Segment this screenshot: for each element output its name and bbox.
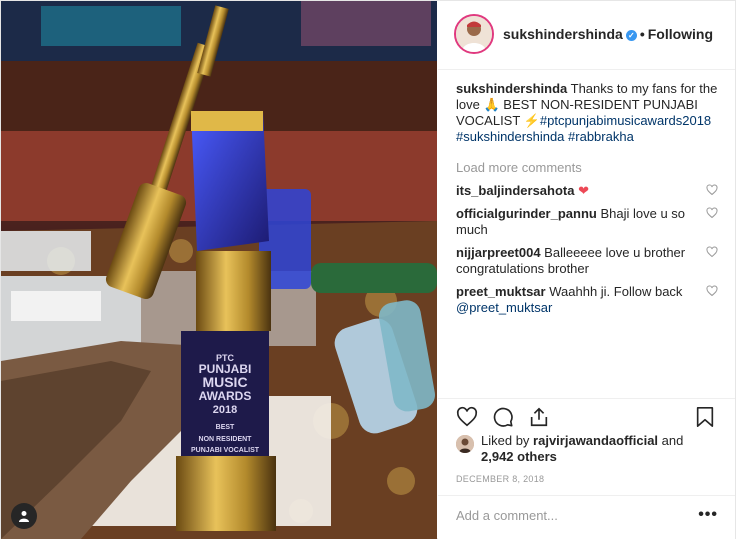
liker-avatar-image <box>456 435 474 453</box>
pray-emoji: 🙏 <box>483 97 500 112</box>
lightning-emoji: ⚡ <box>523 113 540 128</box>
post-sidebar: sukshindershinda ✓ • Following sukshindersh… <box>438 1 735 539</box>
comment-username[interactable]: nijjarpreet004 <box>456 245 541 260</box>
liker-username[interactable]: rajvirjawandaofficial <box>533 433 658 448</box>
trophy-text-3: MUSIC <box>202 374 247 390</box>
trophy-text-5: 2018 <box>213 404 237 416</box>
following-button[interactable]: Following <box>648 26 713 42</box>
add-comment-bar: Add a comment... ••• <box>438 495 735 539</box>
heart-small-icon[interactable] <box>706 207 718 219</box>
like-icon[interactable] <box>456 406 478 428</box>
liker-avatar[interactable] <box>456 435 474 453</box>
instagram-post: PTC PUNJABI MUSIC AWARDS 2018 BEST NON R… <box>0 0 736 539</box>
comments-section: sukshindershinda Thanks to my fans for t… <box>456 81 718 316</box>
heart-small-icon[interactable] <box>706 246 718 258</box>
avatar[interactable] <box>454 14 494 54</box>
share-icon[interactable] <box>528 406 550 428</box>
liked-by-and: and <box>661 433 684 448</box>
comment-username[interactable]: its_baljindersahota <box>456 183 574 198</box>
verified-icon: ✓ <box>625 30 637 41</box>
caption-username[interactable]: sukshindershinda <box>456 81 567 96</box>
liked-by-prefix: Liked by <box>481 433 530 448</box>
comment-username[interactable]: officialgurinder_pannu <box>456 206 597 221</box>
hashtag-link[interactable]: #ptcpunjabimusicawards2018 <box>540 113 711 128</box>
post-photo[interactable]: PTC PUNJABI MUSIC AWARDS 2018 BEST NON R… <box>1 1 437 539</box>
likes-summary: Liked by rajvirjawandaofficial and 2,942… <box>456 433 683 465</box>
save-icon[interactable] <box>695 406 715 428</box>
tagged-users-button[interactable] <box>11 503 37 529</box>
hashtag-link[interactable]: #sukshindershinda <box>456 129 564 144</box>
more-options-button[interactable]: ••• <box>698 506 718 524</box>
likes-text: Liked by rajvirjawandaofficial and 2,942… <box>481 433 683 465</box>
trophy-text-6: BEST <box>216 424 235 431</box>
comment-icon[interactable] <box>492 406 514 428</box>
header-user: sukshindershinda ✓ • Following <box>503 26 713 42</box>
heart-small-icon[interactable] <box>706 285 718 297</box>
comment-item: nijjarpreet004 Balleeeee love u brother … <box>456 245 718 277</box>
comment-item: preet_muktsar Waahhh ji. Follow back @pr… <box>456 284 718 316</box>
separator-dot: • <box>639 26 645 42</box>
load-more-comments[interactable]: Load more comments <box>456 160 718 176</box>
trophy-text-7: NON RESIDENT <box>199 436 253 443</box>
comment-item: its_baljindersahota ❤ <box>456 183 718 199</box>
mention-link[interactable]: @preet_muktsar <box>456 300 552 315</box>
post-date[interactable]: DECEMBER 8, 2018 <box>456 474 544 484</box>
comment-username[interactable]: preet_muktsar <box>456 284 546 299</box>
comment-text: Waahhh ji. Follow back <box>549 284 683 299</box>
trophy-photo: PTC PUNJABI MUSIC AWARDS 2018 BEST NON R… <box>1 1 437 539</box>
username-link[interactable]: sukshindershinda <box>503 26 623 42</box>
caption: sukshindershinda Thanks to my fans for t… <box>456 81 718 145</box>
avatar-image <box>456 16 492 52</box>
post-header: sukshindershinda ✓ • Following <box>438 1 735 70</box>
comment-item: officialgurinder_pannu Bhaji love u so m… <box>456 206 718 238</box>
action-bar <box>438 398 735 438</box>
hashtag-link[interactable]: #rabbrakha <box>568 129 634 144</box>
heart-emoji: ❤ <box>578 183 590 198</box>
user-icon <box>19 511 29 522</box>
heart-small-icon[interactable] <box>706 184 718 196</box>
likes-count[interactable]: 2,942 others <box>481 449 557 464</box>
trophy-text-4: AWARDS <box>199 389 252 403</box>
comment-input[interactable]: Add a comment... <box>456 508 558 523</box>
trophy-text-8: PUNJABI VOCALIST <box>191 447 260 454</box>
